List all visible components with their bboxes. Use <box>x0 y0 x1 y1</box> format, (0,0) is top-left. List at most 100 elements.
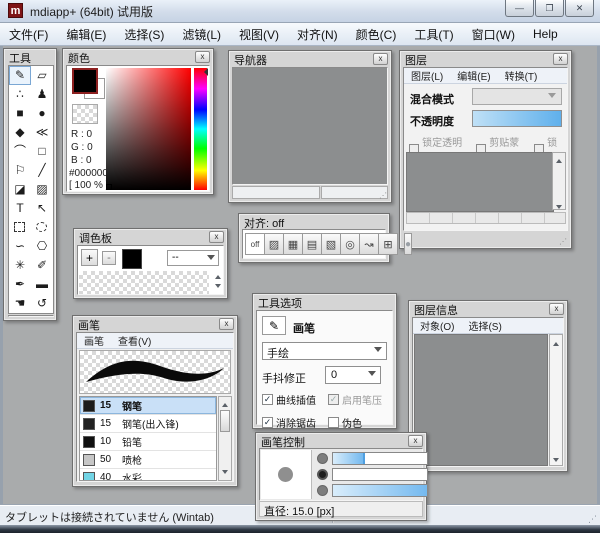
pen-tool[interactable]: ✎ <box>9 66 31 85</box>
fill-polyline-tool[interactable]: ≪ <box>31 123 53 142</box>
maximize-button[interactable]: ❐ <box>535 0 564 17</box>
palette-set-dropdown[interactable]: -- <box>167 250 219 266</box>
palette-scroll-down-icon[interactable] <box>215 284 221 291</box>
polygon-lasso-tool[interactable]: ⎔ <box>31 237 53 256</box>
brush-control-slider[interactable] <box>317 484 428 497</box>
layer-info-scrollbar[interactable] <box>549 334 563 466</box>
brush-control-slider[interactable] <box>317 468 428 481</box>
title-bar[interactable]: m mdiapp+ (64bit) 试用版 —❐✕ <box>0 0 600 23</box>
menu-item[interactable]: 对齐(N) <box>288 26 347 43</box>
bucket-fill-tool[interactable]: ◪ <box>9 180 31 199</box>
menu-item[interactable]: 文件(F) <box>0 26 57 43</box>
magic-wand-tool[interactable]: ✳ <box>9 256 31 275</box>
menu-item[interactable]: 转换(T) <box>498 68 545 83</box>
minimize-button[interactable]: — <box>505 0 534 17</box>
selection-pen-tool[interactable]: ✐ <box>31 256 53 275</box>
menu-item[interactable]: 窗口(W) <box>463 26 524 43</box>
menu-item[interactable]: 视图(V) <box>230 26 288 43</box>
menu-item[interactable]: 滤镜(L) <box>173 26 230 43</box>
menu-item[interactable]: 图层(L) <box>404 68 450 83</box>
brush-control-slider[interactable] <box>317 452 428 465</box>
hue-slider[interactable] <box>194 68 207 190</box>
brush-row[interactable]: 50喷枪 <box>80 451 216 469</box>
menu-item[interactable]: 颜色(C) <box>347 26 406 43</box>
navigator-angle-field[interactable] <box>321 186 388 199</box>
close-icon[interactable]: x <box>209 231 224 243</box>
rect-marquee-tool[interactable] <box>9 218 31 237</box>
snap-concentric-button[interactable]: ◎ <box>340 233 360 255</box>
menu-item[interactable]: 选择(S) <box>461 318 508 333</box>
layer-list-scrollbar[interactable] <box>552 152 566 210</box>
snap-off-button[interactable]: off <box>245 233 265 255</box>
layer-info-list[interactable] <box>414 334 548 466</box>
resize-grip-icon[interactable]: ⋰ <box>379 191 387 200</box>
snap-custom-button[interactable]: ● <box>404 233 412 255</box>
resize-grip-icon[interactable]: ⋰ <box>559 237 567 246</box>
fill-ellipse-tool[interactable]: ● <box>31 104 53 123</box>
close-icon[interactable]: x <box>195 51 210 63</box>
navigator-zoom-field[interactable] <box>232 186 320 199</box>
close-icon[interactable]: x <box>553 53 568 65</box>
text-tool[interactable]: T <box>9 199 31 218</box>
checkbox-启用笔压[interactable]: 启用笔压 <box>328 392 394 407</box>
layer-toolbar[interactable] <box>406 212 566 224</box>
menu-item[interactable]: 编辑(E) <box>450 68 497 83</box>
menu-item[interactable]: 画笔 <box>77 333 111 348</box>
resize-grip-icon[interactable]: ⋰ <box>588 514 598 524</box>
path-pen-tool[interactable]: ⚐ <box>9 161 31 180</box>
blend-mode-dropdown[interactable] <box>472 88 562 105</box>
navigator-preview[interactable] <box>232 67 388 185</box>
menu-item[interactable]: 选择(S) <box>115 26 173 43</box>
palette-add-button[interactable]: + <box>81 249 98 266</box>
draw-mode-dropdown[interactable]: 手绘 <box>262 342 387 360</box>
checkbox-伪色[interactable]: 伪色 <box>328 415 394 430</box>
line-tool[interactable]: ╱ <box>31 161 53 180</box>
hand-tool[interactable]: ☚ <box>9 294 31 313</box>
snap-grid-button[interactable]: ▦ <box>283 233 303 255</box>
close-button[interactable]: ✕ <box>565 0 594 17</box>
menu-item[interactable]: 查看(V) <box>111 333 158 348</box>
measure-tool[interactable]: ▬ <box>31 275 53 294</box>
brush-row[interactable]: 10铅笔 <box>80 433 216 451</box>
eyedropper-tool[interactable]: ✒ <box>9 275 31 294</box>
palette-scroll-up-icon[interactable] <box>215 272 221 279</box>
dot-pen-tool[interactable]: ∴ <box>9 85 31 104</box>
fill-rect-tool[interactable]: ■ <box>9 104 31 123</box>
gradient-tool[interactable]: ▨ <box>31 180 53 199</box>
layer-list[interactable] <box>406 152 554 212</box>
menu-item[interactable]: 编辑(E) <box>57 26 115 43</box>
scrollbar-thumb[interactable] <box>220 410 230 432</box>
checkbox-曲线插值[interactable]: 曲线插值 <box>262 392 328 407</box>
snap-curve-button[interactable]: ↝ <box>359 233 379 255</box>
opacity-slider[interactable] <box>472 110 562 127</box>
menu-item[interactable]: 工具(T) <box>405 26 462 43</box>
stabilize-dropdown[interactable]: 0 <box>325 366 381 384</box>
menu-item[interactable]: 对象(O) <box>413 318 461 333</box>
brush-row[interactable]: 15钢笔 <box>80 397 216 415</box>
saturation-value-picker[interactable] <box>106 68 191 190</box>
tone-stamp-tool[interactable]: ♟ <box>31 85 53 104</box>
close-icon[interactable]: x <box>549 303 564 315</box>
rect-outline-tool[interactable]: □ <box>31 142 53 161</box>
close-icon[interactable]: x <box>373 53 388 65</box>
move-tool[interactable]: ↖ <box>31 199 53 218</box>
brush-row[interactable]: 40水彩 <box>80 469 216 481</box>
menu-item[interactable]: Help <box>524 27 567 41</box>
snap-radial-button[interactable]: ▧ <box>321 233 341 255</box>
checkbox-消除锯齿[interactable]: 消除锯齿 <box>262 415 328 430</box>
palette-swatch-area[interactable] <box>79 271 209 294</box>
brush-row[interactable]: 15钢笔(出入锋) <box>80 415 216 433</box>
ellipse-marquee-tool[interactable] <box>31 218 53 237</box>
palette-remove-button[interactable]: - <box>102 251 116 265</box>
close-icon[interactable]: x <box>408 435 423 447</box>
snap-parallel-button[interactable]: ▨ <box>264 233 284 255</box>
fill-polygon-tool[interactable]: ◆ <box>9 123 31 142</box>
lasso-tool[interactable]: ∽ <box>9 237 31 256</box>
curve-tool[interactable]: ⌒ <box>9 142 31 161</box>
palette-current-swatch[interactable] <box>122 249 142 269</box>
transparent-color-swatch[interactable] <box>72 104 98 124</box>
rotate-view-tool[interactable]: ↺ <box>31 294 53 313</box>
close-icon[interactable]: x <box>219 318 234 330</box>
snap-horizontal-button[interactable]: ▤ <box>302 233 322 255</box>
foreground-color-swatch[interactable] <box>72 68 98 94</box>
